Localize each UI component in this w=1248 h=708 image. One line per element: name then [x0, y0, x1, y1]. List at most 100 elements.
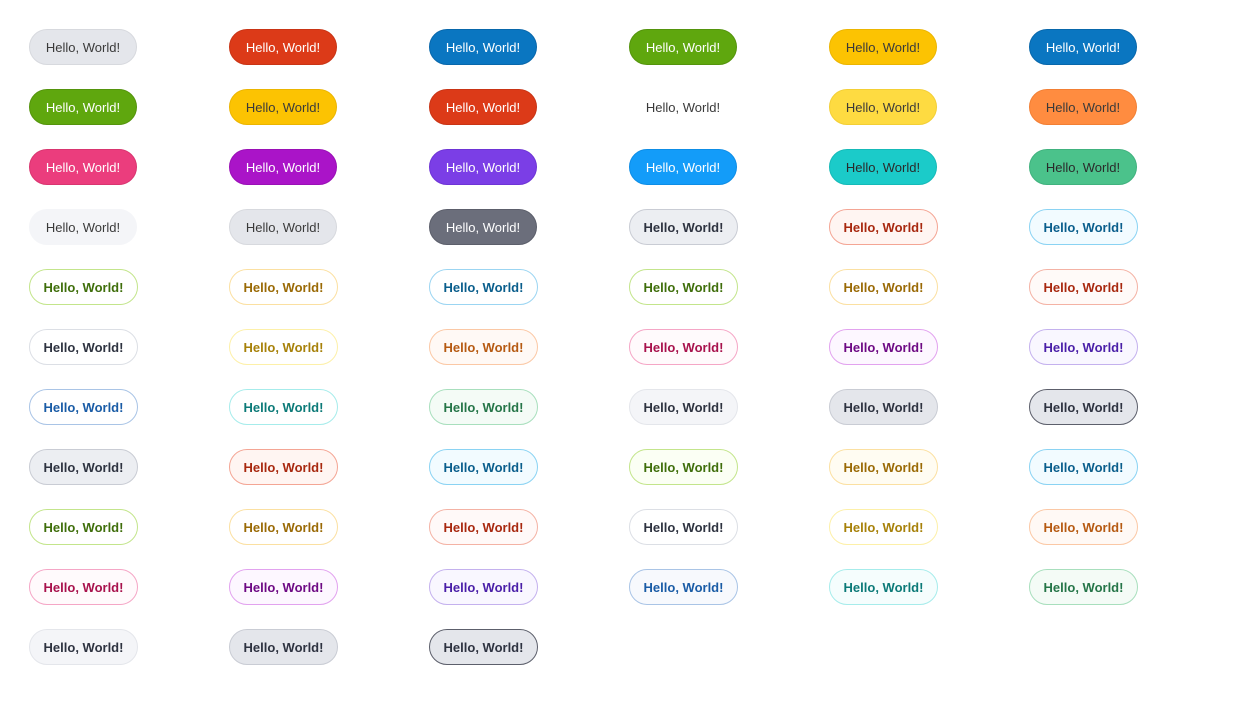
- tag-hello-world[interactable]: Hello, World!: [29, 29, 137, 65]
- tag-hello-world[interactable]: Hello, World!: [29, 569, 138, 605]
- tag-hello-world[interactable]: Hello, World!: [29, 149, 137, 185]
- tag-cell: Hello, World!: [229, 89, 429, 149]
- tag-cell: Hello, World!: [429, 389, 629, 449]
- tag-hello-world[interactable]: Hello, World!: [229, 89, 337, 125]
- tag-cell: Hello, World!: [429, 449, 629, 509]
- tag-hello-world[interactable]: Hello, World!: [429, 629, 538, 665]
- tag-cell: Hello, World!: [829, 209, 1029, 269]
- tag-cell: Hello, World!: [1029, 329, 1229, 389]
- tag-cell: Hello, World!: [829, 509, 1029, 569]
- tag-cell: Hello, World!: [829, 329, 1029, 389]
- tag-hello-world[interactable]: Hello, World!: [29, 449, 138, 485]
- tag-hello-world[interactable]: Hello, World!: [1029, 449, 1138, 485]
- tag-hello-world[interactable]: Hello, World!: [829, 209, 938, 245]
- tag-hello-world[interactable]: Hello, World!: [1029, 569, 1138, 605]
- tag-cell: Hello, World!: [29, 329, 229, 389]
- tag-cell: Hello, World!: [229, 329, 429, 389]
- tag-cell: Hello, World!: [629, 449, 829, 509]
- tag-hello-world[interactable]: Hello, World!: [629, 509, 738, 545]
- tag-cell: Hello, World!: [229, 149, 429, 209]
- tag-hello-world[interactable]: Hello, World!: [629, 329, 738, 365]
- tag-hello-world[interactable]: Hello, World!: [829, 149, 937, 185]
- tag-hello-world[interactable]: Hello, World!: [429, 149, 537, 185]
- tag-hello-world[interactable]: Hello, World!: [229, 329, 338, 365]
- tag-hello-world[interactable]: Hello, World!: [1029, 269, 1138, 305]
- tag-hello-world[interactable]: Hello, World!: [429, 389, 538, 425]
- tag-cell: Hello, World!: [1029, 389, 1229, 449]
- tag-hello-world[interactable]: Hello, World!: [1029, 29, 1137, 65]
- tag-hello-world[interactable]: Hello, World!: [429, 269, 538, 305]
- tag-cell: Hello, World!: [429, 629, 629, 689]
- tag-hello-world[interactable]: Hello, World!: [629, 569, 738, 605]
- tag-hello-world[interactable]: Hello, World!: [429, 569, 538, 605]
- tag-hello-world[interactable]: Hello, World!: [29, 269, 138, 305]
- tag-cell: Hello, World!: [629, 389, 829, 449]
- tag-hello-world[interactable]: Hello, World!: [629, 209, 738, 245]
- tag-cell: Hello, World!: [429, 509, 629, 569]
- tag-grid: Hello, World! Hello, World! Hello, World! H…: [29, 29, 1229, 689]
- tag-hello-world[interactable]: Hello, World!: [229, 149, 337, 185]
- tag-hello-world[interactable]: Hello, World!: [629, 29, 737, 65]
- tag-hello-world[interactable]: Hello, World!: [229, 209, 337, 245]
- tag-hello-world[interactable]: Hello, World!: [1029, 89, 1137, 125]
- tag-cell: Hello, World!: [1029, 149, 1229, 209]
- tag-hello-world[interactable]: Hello, World!: [229, 389, 338, 425]
- tag-cell: Hello, World!: [829, 389, 1029, 449]
- tag-hello-world[interactable]: Hello, World!: [829, 449, 938, 485]
- tag-hello-world[interactable]: Hello, World!: [29, 629, 138, 665]
- tag-hello-world[interactable]: Hello, World!: [1029, 329, 1138, 365]
- tag-hello-world[interactable]: Hello, World!: [629, 269, 738, 305]
- tag-cell: Hello, World!: [229, 629, 429, 689]
- tag-hello-world[interactable]: Hello, World!: [229, 509, 338, 545]
- tag-cell: Hello, World!: [29, 449, 229, 509]
- tag-hello-world[interactable]: Hello, World!: [429, 509, 538, 545]
- tag-hello-world[interactable]: Hello, World!: [1029, 209, 1138, 245]
- tag-hello-world[interactable]: Hello, World!: [229, 449, 338, 485]
- tag-cell: Hello, World!: [229, 269, 429, 329]
- tag-hello-world[interactable]: Hello, World!: [29, 329, 138, 365]
- tag-hello-world[interactable]: Hello, World!: [429, 89, 537, 125]
- tag-cell: Hello, World!: [229, 29, 429, 89]
- tag-hello-world[interactable]: Hello, World!: [629, 149, 737, 185]
- tag-hello-world[interactable]: Hello, World!: [429, 209, 537, 245]
- tag-hello-world[interactable]: Hello, World!: [829, 29, 937, 65]
- tag-cell: Hello, World!: [429, 329, 629, 389]
- tag-hello-world[interactable]: Hello, World!: [29, 209, 137, 245]
- tag-cell: Hello, World!: [1029, 209, 1229, 269]
- tag-cell: Hello, World!: [29, 269, 229, 329]
- tag-cell: Hello, World!: [229, 389, 429, 449]
- tag-hello-world[interactable]: Hello, World!: [829, 389, 938, 425]
- tag-hello-world[interactable]: Hello, World!: [229, 629, 338, 665]
- tag-hello-world[interactable]: Hello, World!: [829, 89, 937, 125]
- tag-hello-world[interactable]: Hello, World!: [1029, 389, 1138, 425]
- tag-cell: Hello, World!: [29, 149, 229, 209]
- tag-cell: Hello, World!: [629, 269, 829, 329]
- tag-hello-world[interactable]: Hello, World!: [29, 89, 137, 125]
- tag-hello-world[interactable]: Hello, World!: [29, 389, 138, 425]
- tag-hello-world[interactable]: Hello, World!: [829, 329, 938, 365]
- tag-hello-world[interactable]: Hello, World!: [229, 29, 337, 65]
- tag-hello-world[interactable]: Hello, World!: [629, 389, 738, 425]
- tag-hello-world[interactable]: Hello, World!: [229, 269, 338, 305]
- tag-cell: Hello, World!: [29, 389, 229, 449]
- tag-cell: Hello, World!: [229, 509, 429, 569]
- tag-hello-world[interactable]: Hello, World!: [829, 569, 938, 605]
- tag-cell: Hello, World!: [29, 629, 229, 689]
- tag-cell: Hello, World!: [829, 149, 1029, 209]
- tag-cell: Hello, World!: [1029, 89, 1229, 149]
- tag-hello-world[interactable]: Hello, World!: [229, 569, 338, 605]
- tag-cell: Hello, World!: [829, 89, 1029, 149]
- tag-hello-world[interactable]: Hello, World!: [829, 509, 938, 545]
- tag-hello-world[interactable]: Hello, World!: [629, 449, 738, 485]
- tag-cell: Hello, World!: [1029, 509, 1229, 569]
- tag-cell: Hello, World!: [29, 209, 229, 269]
- tag-hello-world[interactable]: Hello, World!: [29, 509, 138, 545]
- tag-hello-world[interactable]: Hello, World!: [1029, 149, 1137, 185]
- tag-hello-world[interactable]: Hello, World!: [629, 89, 737, 125]
- tag-hello-world[interactable]: Hello, World!: [429, 329, 538, 365]
- tag-cell: Hello, World!: [29, 29, 229, 89]
- tag-hello-world[interactable]: Hello, World!: [429, 29, 537, 65]
- tag-hello-world[interactable]: Hello, World!: [1029, 509, 1138, 545]
- tag-hello-world[interactable]: Hello, World!: [429, 449, 538, 485]
- tag-hello-world[interactable]: Hello, World!: [829, 269, 938, 305]
